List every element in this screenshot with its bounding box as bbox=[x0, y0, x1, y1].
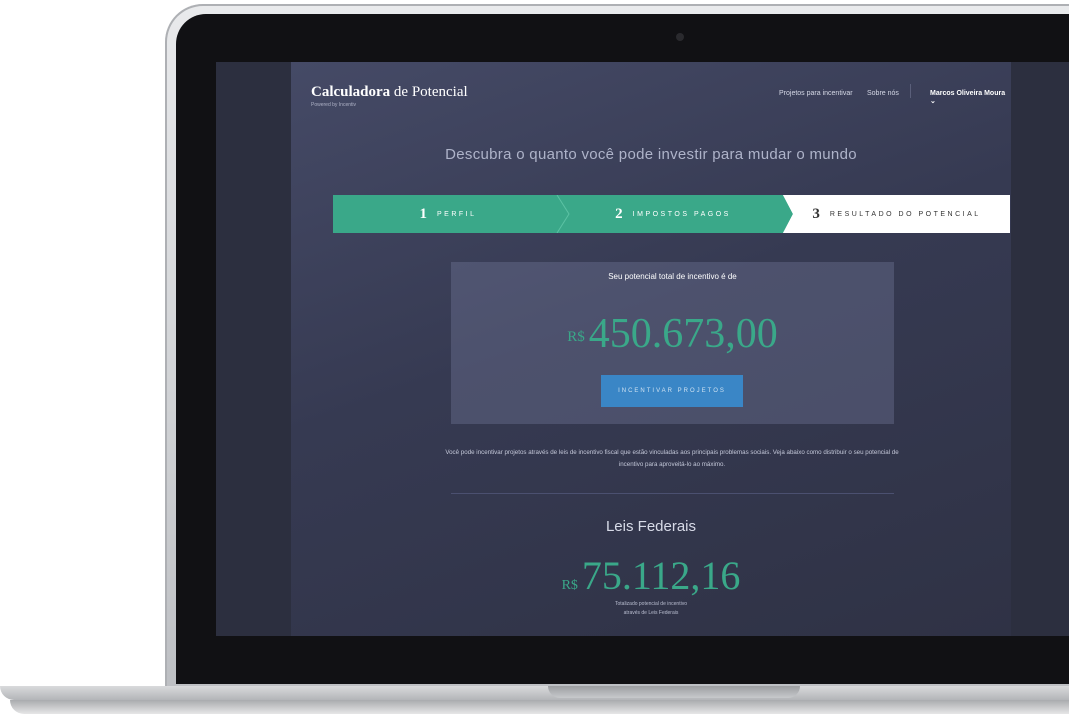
nav-link-projects[interactable]: Projetos para incentivar bbox=[779, 90, 853, 97]
step-label: PERFIL bbox=[436, 210, 477, 218]
nav-link-about[interactable]: Sobre nós bbox=[867, 90, 899, 97]
note-line-2: através de Leis Federais bbox=[623, 610, 679, 616]
description-text: Você pode incentivar projetos através de… bbox=[445, 449, 899, 468]
result-title: Seu potencial total de incentivo é de bbox=[608, 272, 737, 281]
user-menu[interactable]: Marcos Oliveira Moura ⌄ bbox=[930, 90, 1011, 105]
result-card: Seu potencial total de incentivo é de R$… bbox=[451, 262, 894, 424]
webcam-icon bbox=[676, 33, 684, 41]
federal-laws-note: Totalizado potencial de incentivo atravé… bbox=[291, 600, 1011, 618]
calculator-app: Calculadora de Potencial Powered by Ince… bbox=[291, 62, 1011, 636]
laptop-hinge-notch bbox=[548, 686, 800, 698]
step-divider-chevron-icon bbox=[556, 195, 570, 233]
federal-amount: 75.112,16 bbox=[581, 553, 741, 598]
app-logo[interactable]: Calculadora de Potencial bbox=[311, 84, 468, 101]
currency-symbol: R$ bbox=[561, 578, 578, 593]
step-number: 1 bbox=[419, 205, 427, 222]
step-number: 2 bbox=[615, 205, 623, 222]
laptop-base-edge bbox=[10, 700, 1069, 714]
currency-symbol: R$ bbox=[567, 328, 585, 345]
step-number: 3 bbox=[812, 205, 820, 222]
top-navbar: Calculadora de Potencial Powered by Ince… bbox=[291, 62, 1011, 122]
step-resultado[interactable]: 3 RESULTADO DO POTENCIAL bbox=[783, 195, 1010, 233]
nav-divider bbox=[910, 84, 911, 98]
step-perfil[interactable]: 1 PERFIL bbox=[333, 195, 563, 233]
user-name: Marcos Oliveira Moura bbox=[930, 90, 1006, 97]
brand-bold: Calculadora bbox=[311, 84, 391, 100]
laptop-screen: Calculadora de Potencial Powered by Ince… bbox=[216, 62, 1069, 636]
federal-laws-value: R$ 75.112,16 bbox=[291, 552, 1011, 599]
incentivar-projetos-button[interactable]: INCENTIVAR PROJETOS bbox=[601, 375, 743, 407]
chevron-down-icon: ⌄ bbox=[930, 98, 936, 105]
step-arrow-icon bbox=[773, 195, 793, 233]
result-amount: 450.673,00 bbox=[588, 311, 778, 357]
federal-laws-title: Leis Federais bbox=[605, 518, 697, 535]
powered-by: Powered by Incentiv bbox=[311, 102, 357, 108]
result-value: R$450.673,00 bbox=[451, 310, 894, 358]
step-impostos[interactable]: 2 IMPOSTOS PAGOS bbox=[563, 195, 783, 233]
step-label: IMPOSTOS PAGOS bbox=[632, 210, 731, 218]
step-label: RESULTADO DO POTENCIAL bbox=[829, 210, 981, 218]
laptop-base bbox=[0, 686, 1069, 700]
note-line-1: Totalizado potencial de incentivo bbox=[615, 601, 687, 607]
section-divider bbox=[451, 493, 894, 494]
brand-rest: de Potencial bbox=[390, 84, 468, 100]
page-headline: Descubra o quanto você pode investir par… bbox=[445, 146, 857, 163]
progress-stepper: 1 PERFIL 2 IMPOSTOS PAGOS 3 RESULTADO DO… bbox=[333, 195, 1010, 233]
